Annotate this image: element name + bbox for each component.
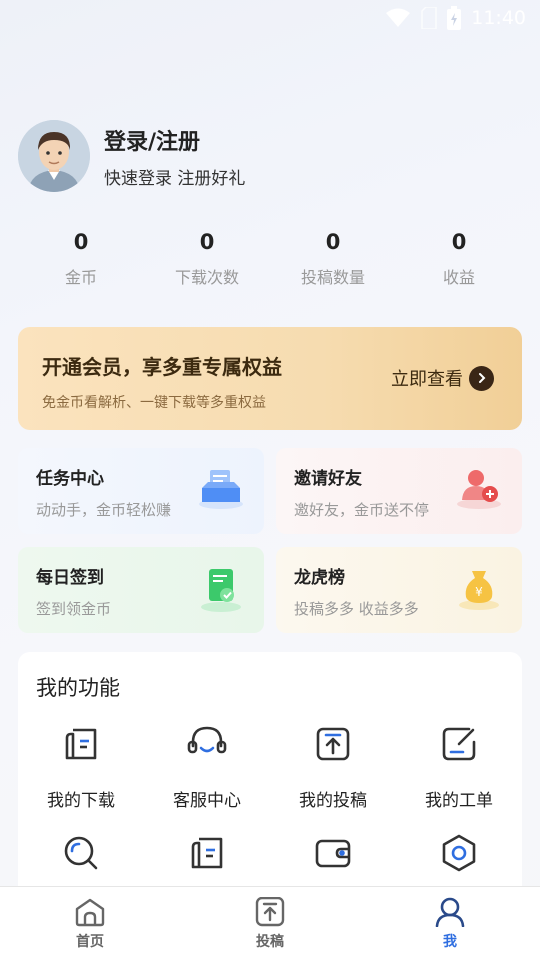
fn-label: 我的下载 <box>47 791 115 811</box>
status-bar: 11:40 <box>0 0 540 36</box>
stats-row: 0 金币 0 下载次数 0 投稿数量 0 收益 <box>18 230 522 288</box>
my-tickets-item[interactable]: 我的工单 <box>396 722 522 811</box>
stat-value: 0 <box>451 230 467 254</box>
login-register-subtitle: 快速登录 注册好礼 <box>104 168 246 189</box>
battery-icon <box>447 6 462 30</box>
upload-icon <box>180 895 360 929</box>
bottom-tab-bar: 首页 投稿 我 <box>0 886 540 960</box>
settings-icon <box>396 831 522 875</box>
customer-service-item[interactable]: 客服中心 <box>144 722 270 811</box>
functions-grid: 我的下载 客服中心 我的投稿 我的工单 <box>18 722 522 895</box>
stat-label: 投稿数量 <box>300 268 365 287</box>
task-box-icon <box>196 466 246 514</box>
add-user-icon <box>454 466 504 514</box>
vip-banner[interactable]: 开通会员，享多重专属权益 免金币看解析、一键下载等多重权益 立即查看 <box>18 327 522 430</box>
tab-label: 投稿 <box>256 934 284 950</box>
edit-icon <box>396 722 522 766</box>
stat-value: 0 <box>73 230 89 254</box>
my-downloads-item[interactable]: 我的下载 <box>18 722 144 811</box>
daily-checkin-card[interactable]: 每日签到 签到领金币 <box>18 547 264 633</box>
tab-submit[interactable]: 投稿 <box>180 887 360 960</box>
profile-header[interactable]: 登录/注册 快速登录 注册好礼 <box>18 120 245 192</box>
home-icon <box>0 895 180 929</box>
document-icon <box>144 831 270 875</box>
stat-earnings[interactable]: 0 收益 <box>396 230 522 288</box>
fn-label: 我的投稿 <box>299 791 367 811</box>
upload-icon <box>270 722 396 766</box>
stat-label: 收益 <box>442 268 475 287</box>
invite-friends-card[interactable]: 邀请好友 邀好友，金币送不停 <box>276 448 522 534</box>
stat-value: 0 <box>199 230 215 254</box>
tab-me[interactable]: 我 <box>360 887 540 960</box>
vip-view-now-button[interactable]: 立即查看 <box>391 365 494 391</box>
vip-subtitle: 免金币看解析、一键下载等多重权益 <box>42 395 266 411</box>
stat-submissions[interactable]: 0 投稿数量 <box>270 230 396 288</box>
svg-text:¥: ¥ <box>475 585 483 599</box>
headset-icon <box>144 722 270 766</box>
tab-label: 首页 <box>76 934 104 950</box>
vip-link-label: 立即查看 <box>391 369 463 390</box>
fn-label: 客服中心 <box>173 791 241 811</box>
wifi-icon <box>386 8 411 27</box>
stat-coins[interactable]: 0 金币 <box>18 230 144 288</box>
stat-value: 0 <box>325 230 341 254</box>
section-title: 我的功能 <box>36 676 120 700</box>
search-icon <box>18 831 144 875</box>
avatar[interactable] <box>18 120 90 192</box>
money-bag-icon: ¥ <box>454 565 504 615</box>
stat-label: 下载次数 <box>174 268 239 287</box>
leaderboard-card[interactable]: 龙虎榜 投稿多多 收益多多 ¥ <box>276 547 522 633</box>
clock: 11:40 <box>471 7 526 29</box>
wallet-icon <box>270 831 396 875</box>
tab-home[interactable]: 首页 <box>0 887 180 960</box>
chevron-right-icon <box>469 365 494 391</box>
checkin-icon <box>196 565 246 617</box>
my-submissions-item[interactable]: 我的投稿 <box>270 722 396 811</box>
download-doc-icon <box>18 722 144 766</box>
user-icon <box>360 895 540 929</box>
my-functions-panel: 我的功能 我的下载 客服中心 我的投稿 我的工单 <box>18 652 522 912</box>
stat-label: 金币 <box>64 268 97 287</box>
sim-icon <box>421 7 437 29</box>
fn-label: 我的工单 <box>425 791 493 811</box>
login-register-title[interactable]: 登录/注册 <box>104 124 245 156</box>
tab-label: 我 <box>443 934 457 950</box>
stat-downloads[interactable]: 0 下载次数 <box>144 230 270 288</box>
task-center-card[interactable]: 任务中心 动动手，金币轻松赚 <box>18 448 264 534</box>
